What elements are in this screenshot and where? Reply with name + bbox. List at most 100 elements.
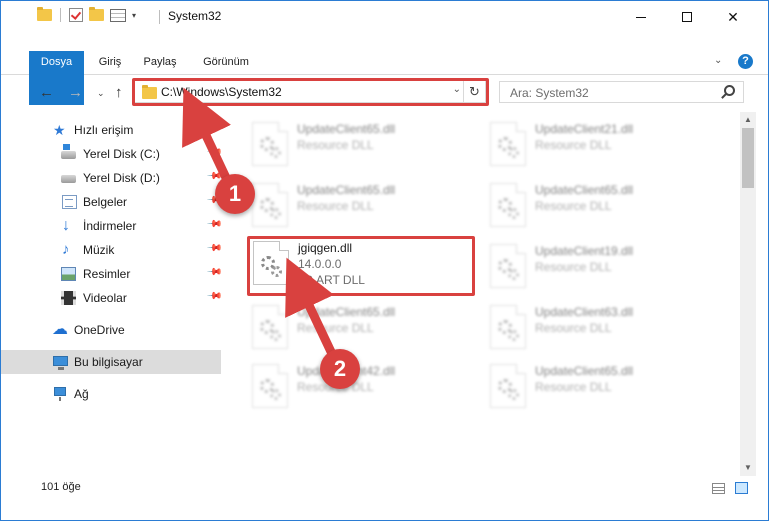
status-bar: 101 öğe (1, 476, 768, 500)
file-highlight (247, 236, 475, 296)
quick-access-toolbar: ▾ (37, 7, 136, 22)
file-name: UpdateClient65.dll (297, 122, 396, 136)
tiles-view-icon[interactable] (735, 482, 748, 494)
tab-giris[interactable]: Giriş (89, 51, 131, 74)
pictures-icon (61, 267, 76, 281)
scroll-down-arrow-icon[interactable]: ▼ (740, 460, 756, 476)
dll-file-icon (252, 305, 288, 349)
file-item[interactable]: UpdateClient65.dll Resource DLL (225, 116, 455, 170)
ribbon-tabs: Dosya Giriş Paylaş Görünüm ⌄ ? (1, 51, 768, 105)
toolbar-separator (60, 8, 61, 22)
minimize-icon (636, 16, 646, 18)
sidebar-item-local-disk-c[interactable]: Yerel Disk (C:) 📌 (1, 142, 223, 166)
sidebar-item-label: Resimler (83, 267, 131, 281)
file-description: Resource DLL (535, 199, 612, 213)
sidebar-item-documents[interactable]: Belgeler 📌 (1, 190, 223, 214)
file-item[interactable]: UpdateClient21.dll Resource DLL (463, 116, 693, 170)
sidebar-item-label: Bu bilgisayar (74, 355, 143, 369)
drive-icon (61, 144, 76, 159)
pin-icon[interactable]: 📌 (206, 144, 223, 161)
file-name: UpdateClient65.dll (297, 183, 396, 197)
file-item[interactable]: UpdateClient65.dll Resource DLL (463, 358, 693, 412)
folder-icon (37, 7, 52, 21)
search-placeholder: Ara: System32 (510, 86, 589, 100)
network-icon (54, 387, 66, 401)
file-name: UpdateClient63.dll (535, 305, 634, 319)
sidebar-item-videos[interactable]: Videolar 📌 (1, 286, 223, 310)
sidebar-item-label: Yerel Disk (C:) (83, 147, 160, 161)
minimize-button[interactable] (618, 1, 664, 33)
new-folder-icon[interactable] (89, 7, 104, 21)
sidebar-item-label: Müzik (83, 243, 115, 257)
pin-icon[interactable]: 📌 (206, 288, 223, 305)
properties-check-icon[interactable] (69, 8, 83, 22)
tab-paylas[interactable]: Paylaş (135, 51, 185, 74)
dll-file-icon (252, 364, 288, 408)
sidebar-item-onedrive[interactable]: ☁ OneDrive (1, 318, 221, 342)
step2-badge: 2 (320, 349, 360, 389)
sidebar-item-label: Videolar (83, 291, 127, 305)
step1-badge: 1 (215, 174, 255, 214)
scroll-up-arrow-icon[interactable]: ▲ (740, 112, 756, 128)
dll-file-icon (490, 305, 526, 349)
dll-file-icon (490, 244, 526, 288)
pin-icon[interactable]: 📌 (206, 216, 223, 233)
expand-ribbon-chevron-icon[interactable]: ⌄ (714, 55, 722, 66)
back-arrow-icon[interactable]: ← (39, 84, 54, 101)
maximize-button[interactable] (664, 1, 710, 33)
scrollbar-thumb[interactable] (742, 128, 754, 188)
file-explorer-window: ▾ System32 ✕ Dosya Giriş Paylaş Görünüm … (0, 0, 769, 521)
music-icon: ♪ (62, 241, 70, 258)
downloads-icon: ↓ (62, 217, 70, 234)
customize-toolbar-chevron-icon[interactable]: ▾ (132, 11, 136, 20)
file-name: UpdateClient65.dll (297, 305, 396, 319)
sidebar-item-network[interactable]: Ağ (1, 382, 221, 406)
file-item[interactable]: UpdateClient65.dll Resource DLL (225, 177, 455, 231)
dll-file-icon (490, 122, 526, 166)
up-arrow-icon[interactable]: ↑ (115, 84, 123, 101)
pin-icon[interactable]: 📌 (206, 240, 223, 257)
sidebar-item-downloads[interactable]: ↓ İndirmeler 📌 (1, 214, 223, 238)
file-name: UpdateClient21.dll (535, 122, 634, 136)
file-item[interactable]: UpdateClient19.dll Resource DLL (463, 238, 693, 292)
sidebar-item-label: Hızlı erişim (74, 123, 134, 137)
details-view-icon[interactable] (712, 483, 725, 494)
help-icon[interactable]: ? (738, 54, 753, 69)
vertical-scrollbar[interactable]: ▲ ▼ (740, 112, 756, 476)
file-description: Resource DLL (535, 138, 612, 152)
title-bar: ▾ System32 ✕ (1, 1, 768, 33)
sidebar-item-pictures[interactable]: Resimler 📌 (1, 262, 223, 286)
star-icon: ★ (53, 122, 66, 138)
tab-gorunum[interactable]: Görünüm (191, 51, 261, 74)
sidebar-item-music[interactable]: ♪ Müzik 📌 (1, 238, 223, 262)
forward-arrow-icon[interactable]: → (68, 84, 83, 101)
file-item[interactable]: UpdateClient65.dll Resource DLL (225, 299, 455, 353)
pin-icon[interactable]: 📌 (206, 264, 223, 281)
file-item[interactable]: UpdateClient63.dll Resource DLL (463, 299, 693, 353)
documents-icon (62, 195, 77, 209)
recent-locations-chevron-icon[interactable]: ⌄ (97, 88, 105, 99)
file-item[interactable]: UpdateClient65.dll Resource DLL (463, 177, 693, 231)
sidebar-item-local-disk-d[interactable]: Yerel Disk (D:) 📌 (1, 166, 223, 190)
search-icon[interactable] (724, 85, 735, 96)
computer-icon (53, 356, 68, 370)
file-description: Resource DLL (535, 380, 612, 394)
maximize-icon (682, 12, 692, 22)
file-description: Resource DLL (535, 260, 612, 274)
file-description: Resource DLL (297, 321, 374, 335)
navigation-bar: ← → ⌄ ↑ C:\Windows\System32 ⌄ ↻ Ara: Sys… (1, 76, 768, 110)
close-button[interactable]: ✕ (710, 1, 756, 33)
search-input[interactable]: Ara: System32 (499, 81, 744, 103)
file-description: Resource DLL (535, 321, 612, 335)
sidebar-item-this-pc[interactable]: Bu bilgisayar (1, 350, 221, 374)
navigation-pane: ★ Hızlı erişim Yerel Disk (C:) 📌 Yerel D… (1, 114, 223, 474)
sidebar-item-label: OneDrive (74, 323, 125, 337)
properties-icon[interactable] (110, 8, 126, 22)
item-count: 101 öğe (41, 481, 81, 493)
cloud-icon: ☁ (52, 321, 68, 338)
sidebar-item-label: İndirmeler (83, 219, 137, 233)
window-title: System32 (168, 9, 222, 23)
sidebar-item-quick-access[interactable]: ★ Hızlı erişim (1, 118, 221, 142)
sidebar-item-label: Yerel Disk (D:) (83, 171, 160, 185)
title-separator (159, 10, 160, 24)
